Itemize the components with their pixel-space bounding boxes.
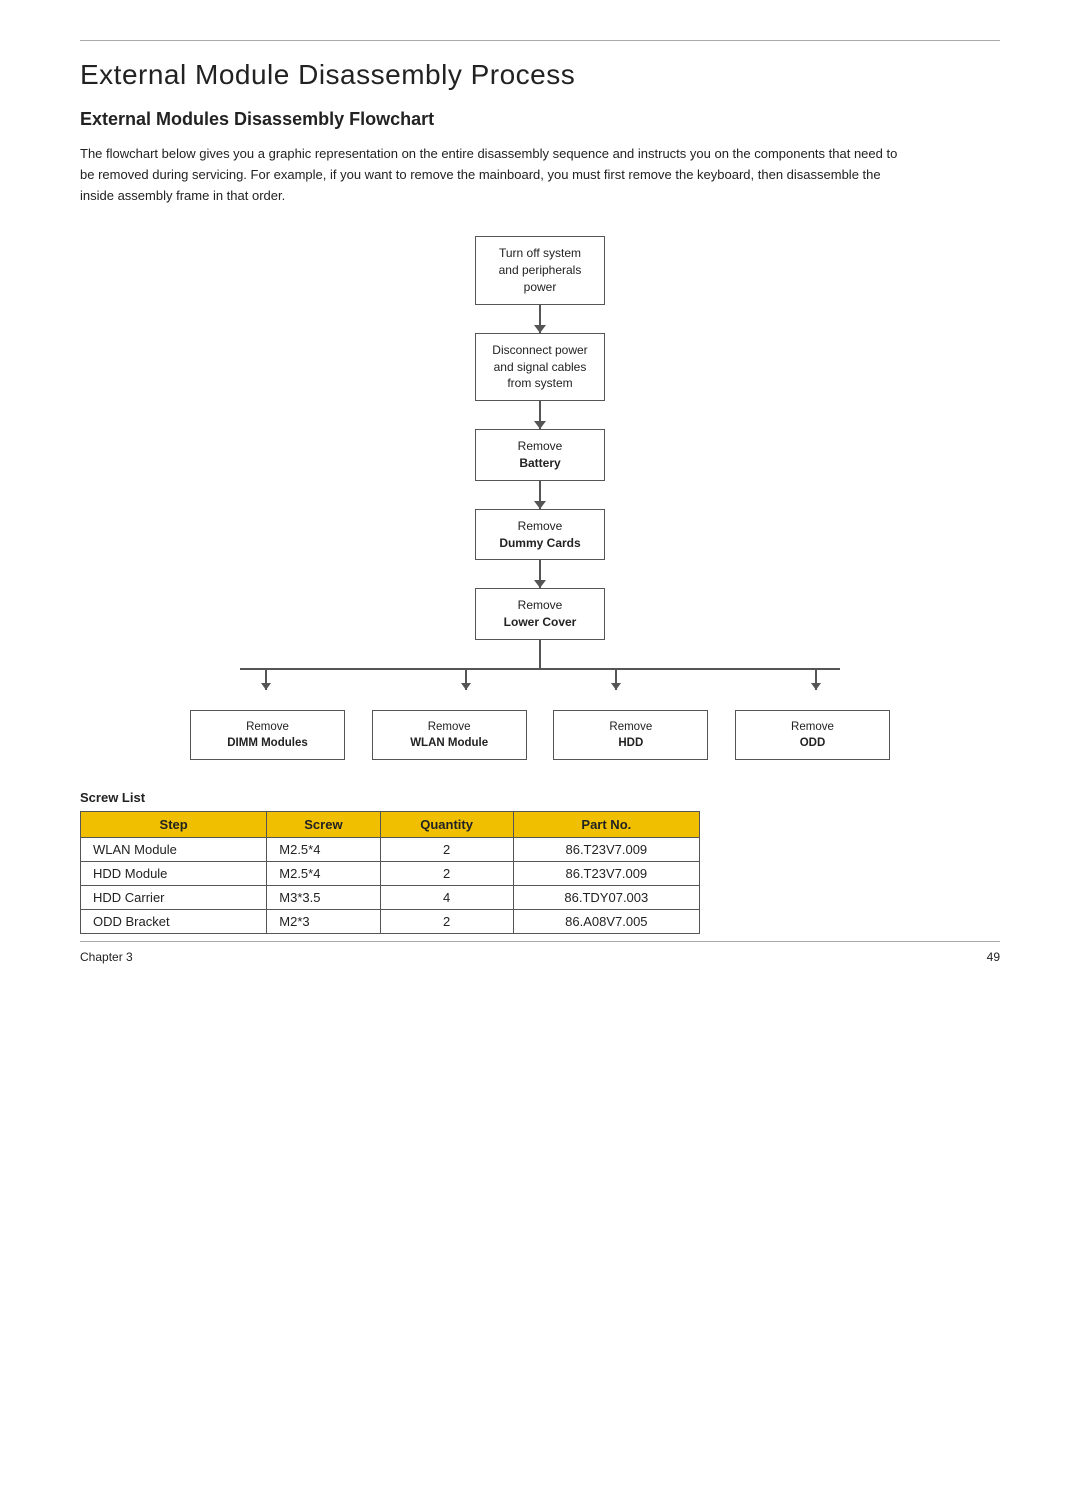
table-cell: 86.A08V7.005 bbox=[513, 910, 699, 934]
arrow2 bbox=[539, 401, 541, 429]
table-cell: 2 bbox=[380, 838, 513, 862]
branch-section: Remove DIMM Modules Remove WLAN Module R… bbox=[80, 640, 1000, 760]
branch-arrow-wlan bbox=[465, 668, 467, 690]
table-cell: HDD Carrier bbox=[81, 886, 267, 910]
col-screw: Screw bbox=[267, 812, 380, 838]
section-title: External Modules Disassembly Flowchart bbox=[80, 109, 1000, 130]
step2-text: Disconnect power and signal cables from … bbox=[492, 343, 587, 391]
footer-left: Chapter 3 bbox=[80, 950, 133, 964]
branch-arrow-odd bbox=[815, 668, 817, 690]
step2-box: Disconnect power and signal cables from … bbox=[475, 333, 605, 401]
flowchart: Turn off system and peripherals power Di… bbox=[80, 236, 1000, 760]
table-row: ODD BracketM2*3286.A08V7.005 bbox=[81, 910, 700, 934]
branch-wlan: Remove WLAN Module bbox=[372, 710, 527, 760]
branch-stem bbox=[539, 640, 541, 668]
top-border bbox=[80, 40, 1000, 41]
table-cell: HDD Module bbox=[81, 862, 267, 886]
branch-hdd: Remove HDD bbox=[553, 710, 708, 760]
page-title: External Module Disassembly Process bbox=[80, 59, 1000, 91]
col-step: Step bbox=[81, 812, 267, 838]
step4-box: Remove Dummy Cards bbox=[475, 509, 605, 561]
table-row: HDD CarrierM3*3.5486.TDY07.003 bbox=[81, 886, 700, 910]
table-cell: WLAN Module bbox=[81, 838, 267, 862]
screw-table: Step Screw Quantity Part No. WLAN Module… bbox=[80, 811, 700, 934]
table-cell: 2 bbox=[380, 862, 513, 886]
branch-odd: Remove ODD bbox=[735, 710, 890, 760]
step1-text: Turn off system and peripherals power bbox=[499, 246, 582, 294]
col-partno: Part No. bbox=[513, 812, 699, 838]
screw-list-section: Screw List Step Screw Quantity Part No. … bbox=[80, 790, 1000, 934]
table-cell: 86.T23V7.009 bbox=[513, 838, 699, 862]
table-cell: M2.5*4 bbox=[267, 862, 380, 886]
step5-box: Remove Lower Cover bbox=[475, 588, 605, 640]
arrow3 bbox=[539, 481, 541, 509]
arrow4 bbox=[539, 560, 541, 588]
step5-text: Remove Lower Cover bbox=[490, 598, 590, 631]
step4-text: Remove Dummy Cards bbox=[490, 519, 590, 552]
table-cell: 4 bbox=[380, 886, 513, 910]
arrow1 bbox=[539, 305, 541, 333]
footer-right: 49 bbox=[987, 950, 1000, 964]
table-cell: 2 bbox=[380, 910, 513, 934]
table-cell: M2.5*4 bbox=[267, 838, 380, 862]
branch-boxes: Remove DIMM Modules Remove WLAN Module R… bbox=[190, 710, 890, 760]
table-cell: 86.TDY07.003 bbox=[513, 886, 699, 910]
branch-lines bbox=[190, 640, 890, 690]
table-cell: 86.T23V7.009 bbox=[513, 862, 699, 886]
step3-box: Remove Battery bbox=[475, 429, 605, 481]
table-cell: M3*3.5 bbox=[267, 886, 380, 910]
table-cell: ODD Bracket bbox=[81, 910, 267, 934]
step3-text: Remove Battery bbox=[490, 439, 590, 472]
table-row: HDD ModuleM2.5*4286.T23V7.009 bbox=[81, 862, 700, 886]
table-cell: M2*3 bbox=[267, 910, 380, 934]
branch-arrow-dimm bbox=[265, 668, 267, 690]
screw-list-title: Screw List bbox=[80, 790, 1000, 805]
col-quantity: Quantity bbox=[380, 812, 513, 838]
branch-arrow-hdd bbox=[615, 668, 617, 690]
footer: Chapter 3 49 bbox=[80, 941, 1000, 964]
branch-dimm: Remove DIMM Modules bbox=[190, 710, 345, 760]
table-row: WLAN ModuleM2.5*4286.T23V7.009 bbox=[81, 838, 700, 862]
branch-hline bbox=[240, 668, 840, 670]
step1-box: Turn off system and peripherals power bbox=[475, 236, 605, 304]
page: External Module Disassembly Process Exte… bbox=[0, 0, 1080, 994]
description: The flowchart below gives you a graphic … bbox=[80, 144, 900, 206]
